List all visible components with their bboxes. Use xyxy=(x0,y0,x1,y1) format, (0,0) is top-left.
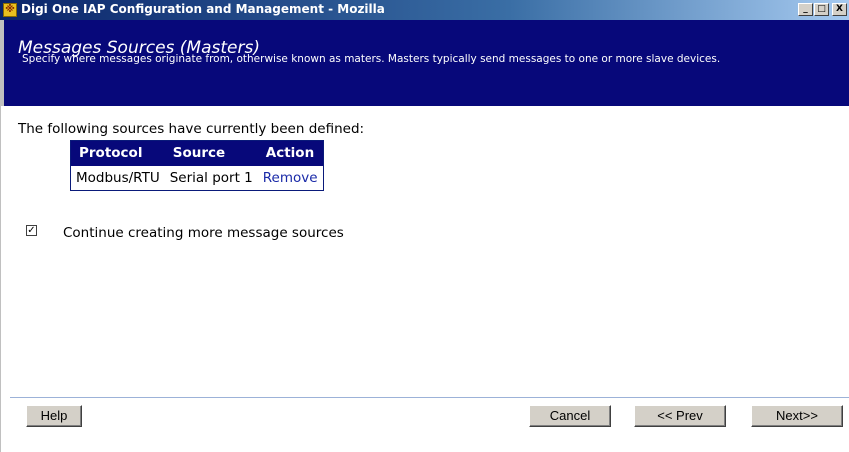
continue-checkbox[interactable]: ✓ xyxy=(26,225,37,236)
cancel-button[interactable]: Cancel xyxy=(529,405,611,427)
close-button[interactable]: X xyxy=(832,3,847,16)
table-row: Modbus/RTU Serial port 1 Remove xyxy=(71,166,324,191)
left-frame xyxy=(0,106,10,452)
column-header-source: Source xyxy=(164,140,258,166)
app-icon: ※ xyxy=(3,3,17,17)
help-button[interactable]: Help xyxy=(26,405,82,427)
remove-link[interactable]: Remove xyxy=(258,166,323,191)
next-button[interactable]: Next>> xyxy=(751,405,843,427)
column-header-action: Action xyxy=(257,140,324,166)
title-bar[interactable]: ※ Digi One IAP Configuration and Managem… xyxy=(0,0,849,20)
column-header-protocol: Protocol xyxy=(70,140,165,166)
cell-source: Serial port 1 xyxy=(169,170,253,186)
window-title: Digi One IAP Configuration and Managemen… xyxy=(21,2,385,16)
button-bar: Help Cancel << Prev Next>> xyxy=(10,397,849,452)
cell-protocol: Modbus/RTU xyxy=(76,170,160,186)
browser-window: ※ Digi One IAP Configuration and Managem… xyxy=(0,0,849,452)
sources-intro: The following sources have currently bee… xyxy=(18,121,365,137)
maximize-button[interactable]: □ xyxy=(814,3,829,16)
prev-button[interactable]: << Prev xyxy=(634,405,726,427)
table-header-row: Protocol Source Action xyxy=(70,140,324,166)
page-header: Messages Sources (Masters) Specify where… xyxy=(0,20,849,106)
sources-table: Protocol Source Action Modbus/RTU Serial… xyxy=(70,140,324,191)
page-description: Specify where messages originate from, o… xyxy=(22,53,721,65)
continue-checkbox-label: Continue creating more message sources xyxy=(63,225,344,241)
minimize-button[interactable]: _ xyxy=(798,3,813,16)
